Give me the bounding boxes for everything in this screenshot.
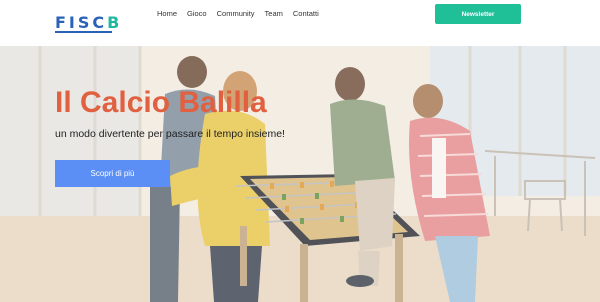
- nav-item-gioco[interactable]: Gioco: [187, 9, 207, 18]
- fiscb-logo[interactable]: FISCB: [55, 13, 122, 32]
- top-navbar: FISCB Home Gioco Community Team Contatti…: [0, 0, 600, 46]
- nav-item-contatti[interactable]: Contatti: [293, 9, 319, 18]
- newsletter-button[interactable]: Newsletter: [435, 4, 521, 24]
- logo-accent: B: [107, 13, 123, 32]
- logo-underline: [55, 31, 112, 33]
- hero-subtitle: un modo divertente per passare il tempo …: [55, 128, 285, 140]
- scopri-button[interactable]: Scopri di più: [55, 160, 170, 187]
- hero-title: Il Calcio Balilla: [55, 86, 267, 119]
- nav-item-team[interactable]: Team: [265, 9, 283, 18]
- logo-text: FISC: [55, 13, 108, 32]
- nav-item-home[interactable]: Home: [157, 9, 177, 18]
- main-nav: Home Gioco Community Team Contatti: [157, 9, 319, 18]
- nav-item-community[interactable]: Community: [217, 9, 255, 18]
